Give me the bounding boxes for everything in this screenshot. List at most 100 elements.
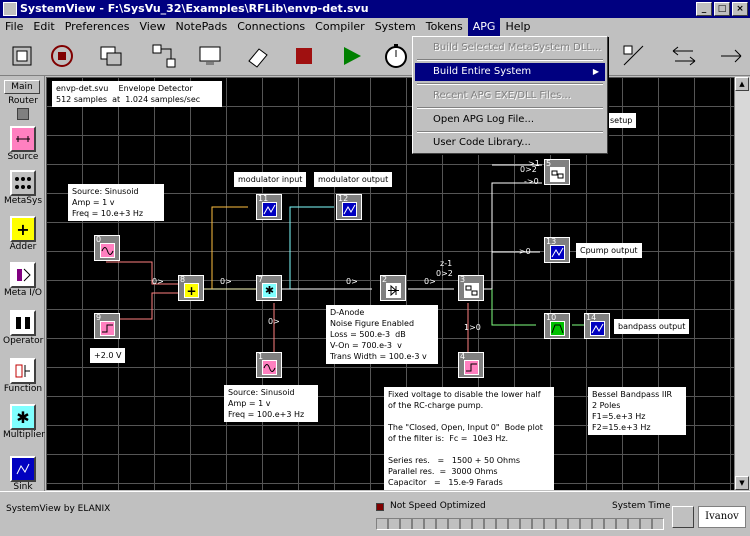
sidebar-tab-main[interactable]: Main xyxy=(4,80,40,94)
stopwatch-icon[interactable] xyxy=(380,40,412,72)
sidebar-item-operator[interactable]: Operator xyxy=(3,310,43,346)
token-13-sink[interactable]: 13 xyxy=(544,237,570,263)
bandpass-output-note[interactable]: bandpass output xyxy=(614,319,690,334)
sidebar-item-meta-io[interactable]: Meta I/O xyxy=(3,262,43,298)
menu-apg[interactable]: APG xyxy=(467,18,501,36)
arrow-right-icon[interactable] xyxy=(716,40,748,72)
bessel-filter-note[interactable]: Bessel Bandpass IIR 2 Poles F1=5.e+3 Hz … xyxy=(588,387,686,435)
sidebar-item-multiplier[interactable]: ✱ Multiplier xyxy=(3,404,45,440)
menu-item-recent-apg-files[interactable]: Recent APG EXE/DLL Files... xyxy=(415,87,605,105)
menu-tokens[interactable]: Tokens xyxy=(421,18,468,36)
status-vendor: SystemView by ELANIX xyxy=(6,504,111,514)
setup-note[interactable]: setup xyxy=(606,113,637,128)
menu-help[interactable]: Help xyxy=(500,18,535,36)
eraser-icon[interactable] xyxy=(242,40,274,72)
network-icon[interactable] xyxy=(148,40,180,72)
menu-compiler[interactable]: Compiler xyxy=(310,18,370,36)
window-title: SystemView - F:\SysVu_32\Examples\RFLib\… xyxy=(20,2,369,15)
menu-file[interactable]: File xyxy=(0,18,28,36)
system-header-note[interactable]: envp-det.svu Envelope Detector 512 sampl… xyxy=(52,81,222,107)
scroll-down-icon[interactable]: ▼ xyxy=(735,476,749,490)
open-file-icon[interactable] xyxy=(6,40,38,72)
menu-system[interactable]: System xyxy=(370,18,421,36)
diagram-tool-icon[interactable] xyxy=(618,40,650,72)
monitor-icon[interactable] xyxy=(194,40,226,72)
minimize-button[interactable]: _ xyxy=(696,2,712,16)
menu-item-open-apg-log-file[interactable]: Open APG Log File... xyxy=(415,111,605,129)
system-canvas[interactable]: envp-det.svu Envelope Detector 512 sampl… xyxy=(46,77,750,490)
menu-item-user-code-library[interactable]: User Code Library... xyxy=(415,134,605,152)
source0-note[interactable]: Source: Sinusoid Amp = 1 v Freq = 10.e+3… xyxy=(68,184,164,221)
vertical-scrollbar[interactable]: ▲ ▼ xyxy=(734,77,750,490)
multiplier-icon: ✱ xyxy=(10,404,36,430)
layers-icon[interactable] xyxy=(96,40,128,72)
menu-connections[interactable]: Connections xyxy=(232,18,310,36)
token-5-metasystem[interactable]: 5 xyxy=(544,159,570,185)
toolbar xyxy=(0,36,750,76)
app-icon xyxy=(3,2,17,16)
fixed-voltage-note[interactable]: Fixed voltage to disable the lower half … xyxy=(384,387,554,490)
token-7-multiplier[interactable]: 7 ✱ xyxy=(256,275,282,301)
operator-icon xyxy=(10,310,36,336)
token-10-filter[interactable]: 10 xyxy=(544,313,570,339)
source-icon xyxy=(10,126,36,152)
menu-view[interactable]: View xyxy=(134,18,170,36)
token-9-source[interactable]: 9 xyxy=(94,313,120,339)
token-library-sidebar: Main Router Source MetaSys + Adder Meta … xyxy=(0,76,45,492)
stop-icon[interactable] xyxy=(288,40,320,72)
connection-label: 0> xyxy=(152,277,164,286)
time-progress-bar xyxy=(376,518,664,530)
menu-separator xyxy=(417,131,603,133)
step-icon xyxy=(464,360,479,375)
token-0-source[interactable]: 0 xyxy=(94,235,120,261)
sidebar-item-sink[interactable]: Sink xyxy=(3,456,43,492)
run-icon[interactable] xyxy=(336,40,368,72)
token-8-adder[interactable]: 8 + xyxy=(178,275,204,301)
sidebar-item-source[interactable]: Source xyxy=(3,126,43,162)
token-1-source[interactable]: 1 xyxy=(256,352,282,378)
scroll-up-icon[interactable]: ▲ xyxy=(735,77,749,91)
connection-label: 0> xyxy=(424,277,436,286)
maximize-button[interactable]: □ xyxy=(714,2,730,16)
sidebar-item-function[interactable]: Function xyxy=(3,358,43,394)
stop-circle-icon[interactable] xyxy=(46,40,78,72)
sidebar-item-adder[interactable]: + Adder xyxy=(3,216,43,252)
connection-label: 0> xyxy=(220,277,232,286)
token-14-sink[interactable]: 14 xyxy=(584,313,610,339)
sidebar-item-metasys[interactable]: MetaSys xyxy=(3,170,43,206)
swap-arrows-icon[interactable] xyxy=(668,40,700,72)
multiplier-icon: ✱ xyxy=(262,283,277,298)
scope-icon xyxy=(342,202,357,217)
token-2-diode[interactable]: 2 xyxy=(380,275,406,301)
cpump-output-note[interactable]: Cpump output xyxy=(576,243,642,258)
metasystem-icon xyxy=(10,170,36,196)
step-icon xyxy=(100,321,115,336)
sine-icon xyxy=(262,360,277,375)
modulator-input-note[interactable]: modulator input xyxy=(234,172,307,187)
speed-indicator-icon xyxy=(376,503,384,511)
modulator-output-note[interactable]: modulator output xyxy=(314,172,393,187)
diode-icon xyxy=(386,283,401,298)
token-12-sink[interactable]: 12 xyxy=(336,194,362,220)
menu-item-build-entire-system[interactable]: Build Entire System ▶ xyxy=(415,63,605,81)
menu-separator xyxy=(417,83,603,85)
menu-notepads[interactable]: NotePads xyxy=(171,18,233,36)
dc-voltage-note[interactable]: +2.0 V xyxy=(90,348,126,363)
connection-label: ->0 xyxy=(524,177,539,186)
status-tool-icon[interactable] xyxy=(672,506,694,528)
router-icon xyxy=(17,108,29,120)
status-bar: SystemView by ELANIX Not Speed Optimized… xyxy=(0,491,750,536)
sidebar-item-label: Meta I/O xyxy=(4,288,42,298)
menu-preferences[interactable]: Preferences xyxy=(60,18,135,36)
menu-item-build-selected-metasystem-dll[interactable]: Build Selected MetaSystem DLL... xyxy=(415,39,605,57)
token-4-source[interactable]: 4 xyxy=(458,352,484,378)
switch-icon xyxy=(464,283,479,298)
d-anode-note[interactable]: D-Anode Noise Figure Enabled Loss = 500.… xyxy=(326,305,438,364)
token-11-sink[interactable]: 11 xyxy=(256,194,282,220)
speed-status: Not Speed Optimized xyxy=(390,501,486,511)
token-3-operator[interactable]: 3 xyxy=(458,275,484,301)
sidebar-item-router[interactable]: Router xyxy=(3,96,43,122)
close-button[interactable]: × xyxy=(732,2,748,16)
menu-edit[interactable]: Edit xyxy=(28,18,59,36)
source1-note[interactable]: Source: Sinusoid Amp = 1 v Freq = 100.e+… xyxy=(224,385,318,422)
